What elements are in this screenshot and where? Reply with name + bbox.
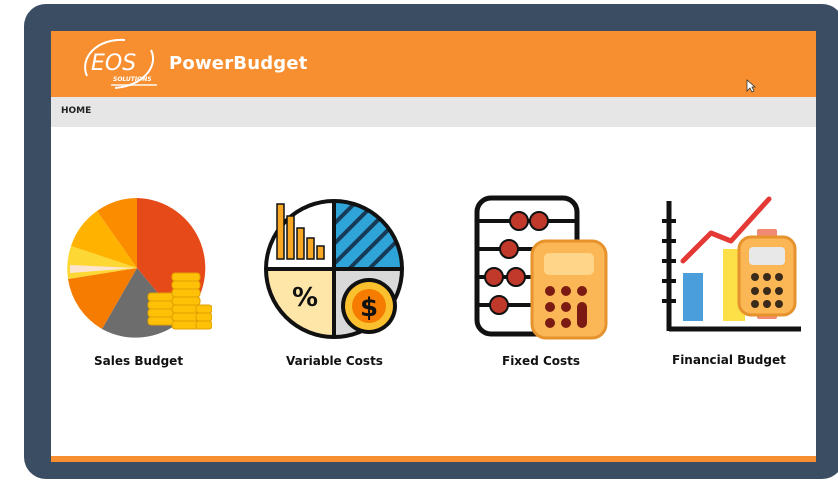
svg-text:%: %	[292, 283, 318, 313]
eos-solutions-logo: EOS SOLUTIONS	[84, 38, 157, 89]
pie-coins-icon	[67, 198, 212, 338]
svg-text:SOLUTIONS: SOLUTIONS	[113, 76, 152, 83]
mouse-pointer-icon	[746, 79, 756, 93]
svg-text:$: $	[360, 293, 378, 323]
breadcrumb-home[interactable]: HOME	[61, 106, 91, 116]
tile-variable-costs[interactable]: % $ Variable Costs	[256, 181, 416, 381]
bottom-accent-bar	[51, 456, 816, 462]
tile-label: Fixed Costs	[502, 354, 581, 368]
tile-financial-budget[interactable]: Financial Budget	[646, 181, 816, 381]
breadcrumb: HOME	[51, 97, 816, 127]
tile-label: Financial Budget	[672, 353, 786, 367]
svg-text:EOS: EOS	[91, 51, 136, 76]
cost-quadrant-icon: % $	[264, 199, 404, 339]
tile-sales-budget[interactable]: Sales Budget	[51, 181, 251, 381]
abacus-calculator-icon	[474, 195, 608, 340]
growth-chart-calculator-icon	[662, 196, 801, 332]
app-title: PowerBudget	[169, 53, 308, 74]
tile-fixed-costs[interactable]: Fixed Costs	[461, 181, 621, 381]
tile-label: Variable Costs	[286, 354, 383, 368]
app-header: EOS SOLUTIONS PowerBudget	[51, 31, 816, 97]
app-window: EOS SOLUTIONS PowerBudget HOME Sales Bud…	[51, 31, 816, 462]
tile-label: Sales Budget	[94, 354, 184, 368]
